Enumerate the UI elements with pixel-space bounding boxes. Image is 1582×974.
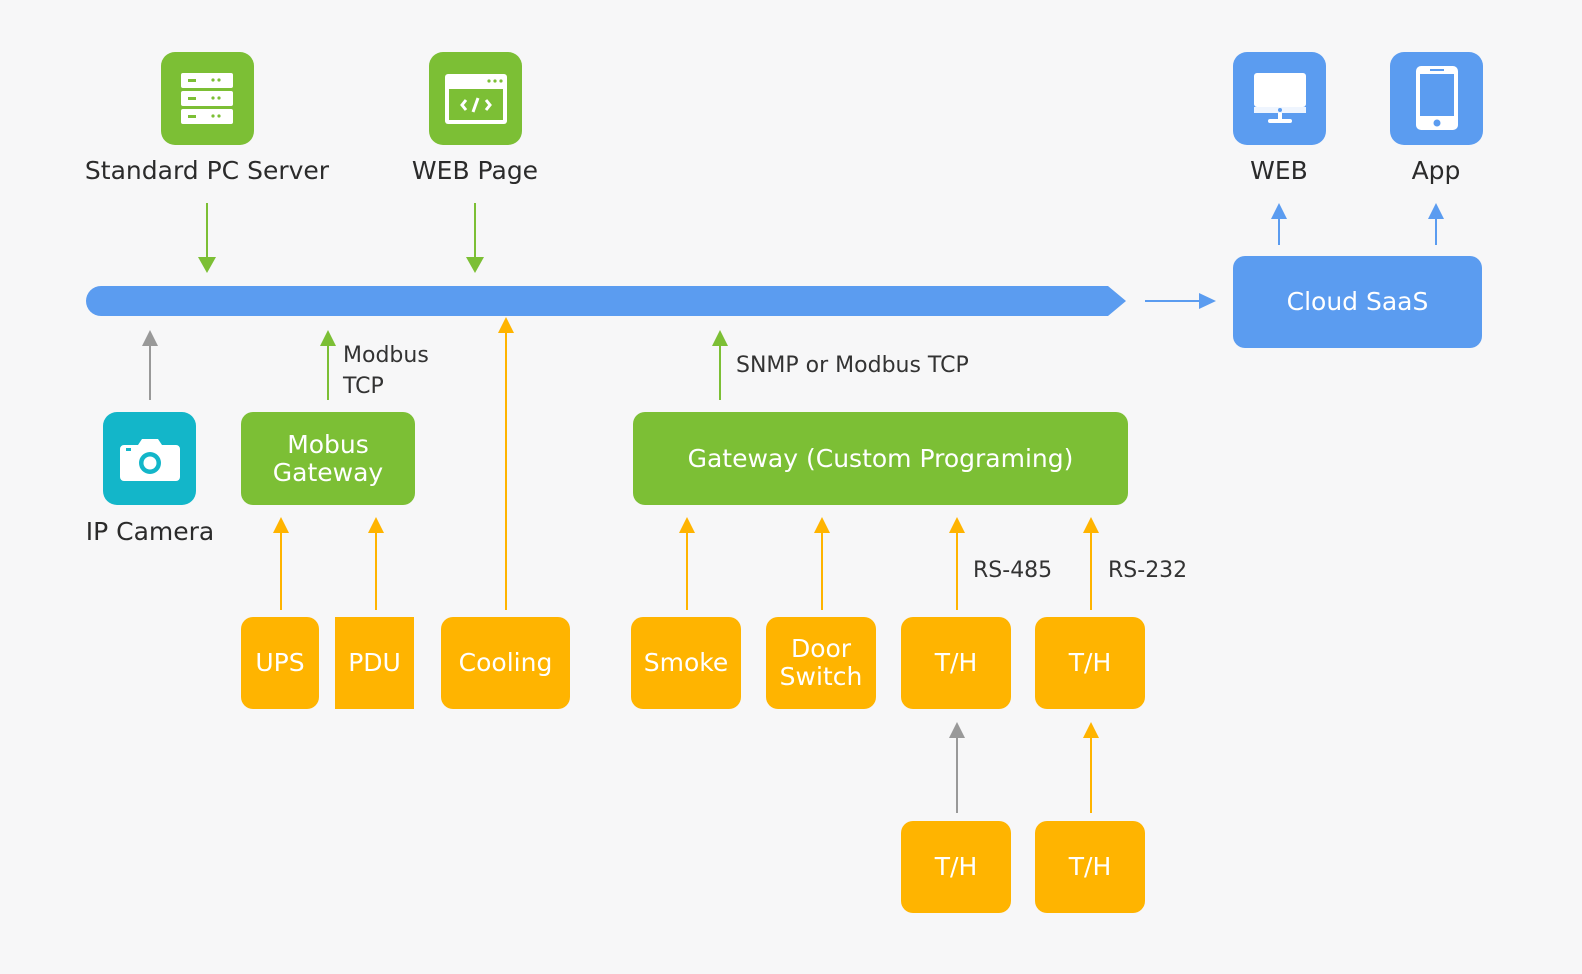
server-label: Standard PC Server: [84, 156, 330, 185]
webpage-label: WEB Page: [411, 156, 539, 185]
smartphone-icon: [1415, 65, 1458, 130]
door-switch-box: Door Switch: [766, 617, 876, 709]
snmp-note: SNMP or Modbus TCP: [736, 353, 969, 378]
camera-label: IP Camera: [85, 517, 215, 546]
rs485-note: RS-485: [973, 558, 1053, 583]
mobus-gateway-line1: Mobus: [287, 429, 369, 459]
th-box-2: T/H: [1035, 617, 1145, 709]
th-box-3: T/H: [901, 821, 1011, 913]
webpage-tile: [429, 52, 522, 145]
web-tile: [1233, 52, 1326, 145]
th-box-4: T/H: [1035, 821, 1145, 913]
mobus-gateway-line2: Gateway: [272, 457, 384, 487]
mobus-gateway-box: Mobus Gateway: [241, 412, 415, 505]
ups-box: UPS: [241, 617, 319, 709]
rs232-note: RS-232: [1108, 558, 1188, 583]
code-window-icon: [444, 73, 507, 124]
door-line1: Door: [790, 634, 852, 663]
monitor-icon: [1253, 72, 1306, 123]
server-tile: [161, 52, 254, 145]
smoke-box: Smoke: [631, 617, 741, 709]
pdu-box: PDU: [335, 617, 414, 709]
camera-icon: [119, 438, 180, 481]
web-label: WEB: [1250, 156, 1308, 185]
modbus-note-line1: Modbus: [343, 343, 429, 368]
cloud-saas-box: Cloud SaaS: [1233, 256, 1482, 348]
network-bus: [86, 286, 1126, 316]
door-line2: Switch: [779, 662, 863, 691]
th-box-1: T/H: [901, 617, 1011, 709]
server-icon: [180, 72, 233, 124]
cooling-box: Cooling: [441, 617, 570, 709]
modbus-tcp-note: Modbus TCP: [343, 340, 429, 402]
modbus-note-line2: TCP: [343, 374, 384, 399]
camera-tile: [103, 412, 196, 505]
app-label: App: [1411, 156, 1461, 185]
app-tile: [1390, 52, 1483, 145]
custom-gateway-box: Gateway (Custom Programing): [633, 412, 1128, 505]
